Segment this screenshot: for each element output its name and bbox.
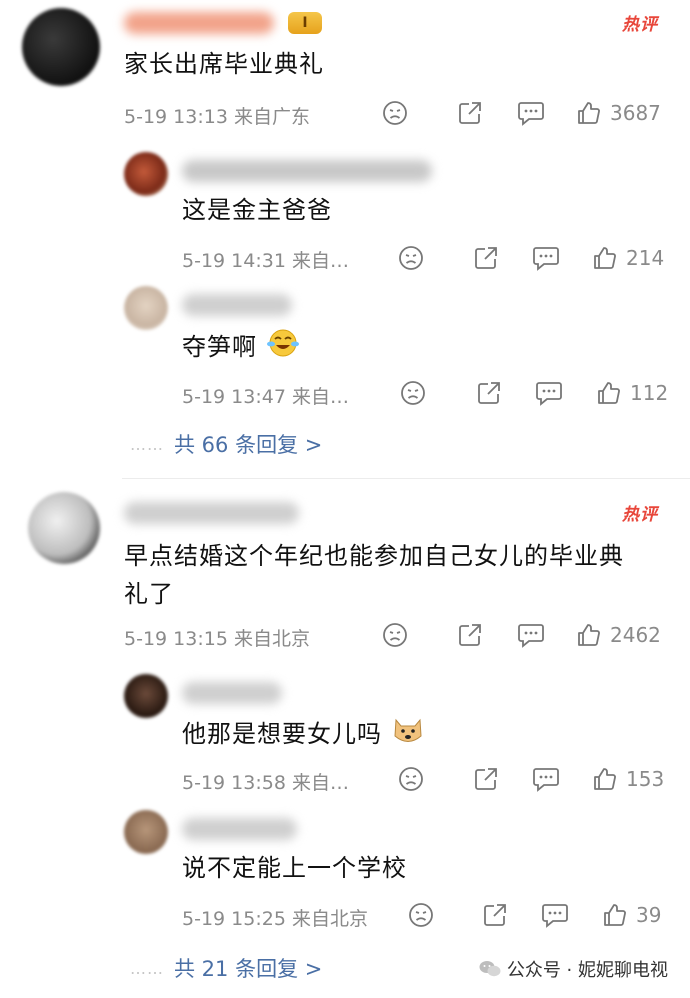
thumbs-up-icon	[604, 904, 626, 926]
like-count: 112	[630, 381, 669, 405]
dislike-icon[interactable]	[398, 245, 424, 271]
avatar[interactable]	[28, 492, 100, 564]
like-button[interactable]: 214	[592, 245, 664, 271]
laugh-cry-emoji-icon	[266, 328, 300, 368]
avatar[interactable]	[124, 152, 168, 196]
thumbs-up-icon	[578, 624, 600, 646]
reply-meta: 5-19 13:47 来自…	[182, 386, 349, 408]
like-count: 153	[626, 767, 665, 791]
avatar[interactable]	[22, 8, 100, 86]
more-replies-label: 共 66 条回复 >	[174, 433, 323, 457]
share-icon[interactable]	[476, 380, 502, 406]
like-button[interactable]: 2462	[576, 622, 661, 648]
avatar[interactable]	[124, 286, 168, 330]
share-icon[interactable]	[473, 245, 499, 271]
avatar[interactable]	[124, 810, 168, 854]
dislike-icon[interactable]	[382, 100, 408, 126]
comment-meta: 5-19 13:15 来自北京	[124, 628, 310, 650]
like-count: 214	[626, 246, 665, 270]
thumbs-up-icon	[578, 102, 600, 124]
avatar[interactable]	[124, 674, 168, 718]
reply-meta: 5-19 13:58 来自…	[182, 772, 349, 794]
hot-comment-badge: 热评	[622, 505, 658, 525]
comment-icon[interactable]	[541, 902, 569, 928]
dislike-icon[interactable]	[408, 902, 434, 928]
share-icon[interactable]	[482, 902, 508, 928]
dots-decoration: ……	[130, 958, 164, 978]
share-icon[interactable]	[473, 766, 499, 792]
view-more-replies-link[interactable]: …… 共 66 条回复 >	[130, 429, 322, 459]
comment-icon[interactable]	[517, 100, 545, 126]
like-count: 2462	[610, 623, 661, 647]
dislike-icon[interactable]	[400, 380, 426, 406]
level-badge: I	[288, 12, 322, 34]
username-blurred[interactable]	[124, 502, 299, 524]
username-blurred[interactable]	[182, 818, 297, 840]
dislike-icon[interactable]	[382, 622, 408, 648]
username-blurred[interactable]	[182, 294, 292, 316]
comment-icon[interactable]	[532, 245, 560, 271]
comment-icon[interactable]	[535, 380, 563, 406]
share-icon[interactable]	[457, 622, 483, 648]
username-blurred[interactable]	[124, 12, 274, 34]
thumbs-up-icon	[594, 768, 616, 790]
comment-meta: 5-19 13:13 来自广东	[124, 106, 310, 128]
reply-text: 说不定能上一个学校	[182, 854, 407, 882]
divider	[122, 478, 690, 479]
comment-icon[interactable]	[517, 622, 545, 648]
thumbs-up-icon	[594, 247, 616, 269]
comment-text-line1: 早点结婚这个年纪也能参加自己女儿的毕业典	[124, 542, 624, 570]
like-button[interactable]: 3687	[576, 100, 661, 126]
watermark-text: 公众号 · 妮妮聊电视	[506, 960, 668, 981]
doge-emoji-icon	[391, 714, 425, 756]
username-blurred[interactable]	[182, 682, 282, 704]
like-button[interactable]: 153	[592, 766, 664, 792]
dots-decoration: ……	[130, 434, 164, 454]
reply-text: 这是金主爸爸	[182, 196, 332, 224]
comment-text: 家长出席毕业典礼	[124, 50, 324, 78]
watermark: 公众号 · 妮妮聊电视	[479, 956, 668, 982]
reply-text: 夺笋啊	[182, 328, 300, 368]
reply-text: 他那是想要女儿吗	[182, 714, 425, 756]
view-more-replies-link[interactable]: …… 共 21 条回复 >	[130, 953, 322, 983]
reply-meta: 5-19 14:31 来自…	[182, 250, 349, 272]
username-blurred[interactable]	[182, 160, 432, 182]
share-icon[interactable]	[457, 100, 483, 126]
dislike-icon[interactable]	[398, 766, 424, 792]
like-button[interactable]: 112	[596, 380, 668, 406]
wechat-icon	[479, 960, 501, 978]
like-count: 3687	[610, 101, 661, 125]
like-button[interactable]: 39	[602, 902, 661, 928]
thumbs-up-icon	[598, 382, 620, 404]
hot-comment-badge: 热评	[622, 15, 658, 35]
more-replies-label: 共 21 条回复 >	[174, 957, 323, 981]
comment-text-line2: 礼了	[124, 580, 174, 608]
comment-icon[interactable]	[532, 766, 560, 792]
like-count: 39	[636, 903, 662, 927]
reply-meta: 5-19 15:25 来自北京	[182, 908, 368, 930]
